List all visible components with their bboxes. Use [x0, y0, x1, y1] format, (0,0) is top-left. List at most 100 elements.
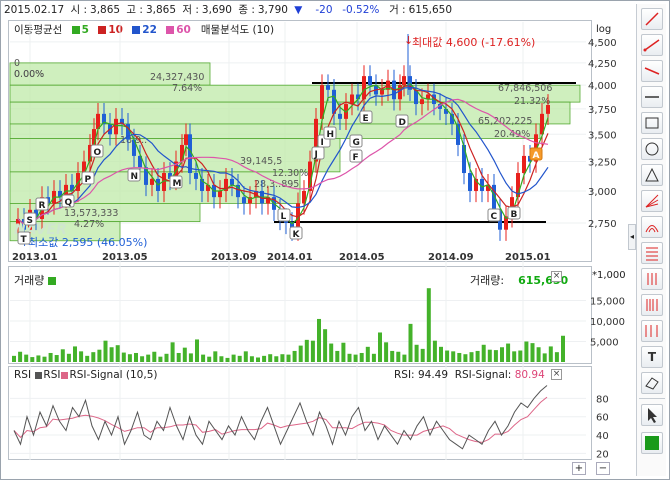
volume-bar [317, 318, 321, 362]
candle-body [326, 85, 330, 90]
trendline-icon[interactable] [641, 8, 663, 30]
color-swatch [645, 436, 659, 450]
max-value-label: 최대값 4,600 (-17.61%) [412, 36, 535, 49]
zoom-in-button[interactable]: + [572, 462, 586, 475]
volume-bar [219, 356, 224, 362]
volume-bar [268, 354, 273, 362]
volume-bar [542, 353, 547, 362]
drawing-toolbar: ◂ T [628, 4, 666, 476]
volume-bar [164, 353, 169, 362]
volume-bar [335, 350, 340, 362]
volume-bar [249, 356, 254, 362]
time-axis-tick: 2014.01 [267, 252, 313, 263]
fibonacci-fan-icon[interactable] [641, 190, 663, 212]
pattern-marker-label-D: D [399, 118, 406, 128]
pattern-marker-label-S: S [27, 216, 33, 226]
vp-band-4-pct: 12.30% [272, 168, 308, 179]
vertical-line-icon[interactable] [641, 86, 663, 108]
rectangle-icon[interactable] [641, 112, 663, 134]
volume-bar [536, 347, 541, 362]
volume-bar [12, 355, 16, 362]
rsi-panel-title: RSI RSI RSI-Signal (10,5) [14, 369, 157, 381]
parallel-lines-icon[interactable] [641, 268, 663, 290]
price-axis-tick: 4,500 [588, 38, 617, 49]
volume-bar [512, 351, 517, 362]
pointer-icon[interactable] [641, 404, 663, 426]
volume-bar [48, 352, 53, 362]
rsi-signal-line [13, 396, 548, 443]
candle-body [468, 173, 472, 191]
volume-bar [60, 349, 65, 362]
pattern-marker-label-O: O [94, 148, 102, 158]
rsi-legend-label: RSI [43, 369, 61, 381]
pattern-marker-label-R: R [39, 201, 46, 211]
volume-bar [402, 354, 407, 362]
volume-bar [371, 353, 376, 362]
volume-bar [207, 356, 212, 362]
candle-body [362, 76, 366, 100]
volume-bar [439, 346, 443, 362]
toolbar-collapse-icon[interactable]: ◂ [628, 224, 636, 250]
rsi-signal-readout-label: RSI-Signal: [454, 369, 512, 381]
volume-bar [237, 355, 242, 362]
volume-bar [500, 347, 504, 362]
price-axis-tick: 2,750 [588, 219, 617, 230]
triangle-icon[interactable] [641, 164, 663, 186]
vp-band-6-volume: 13,573,333 [64, 208, 118, 219]
volume-bar [530, 343, 535, 362]
time-axis-tick: 2013.05 [102, 252, 148, 263]
volume-bar [231, 354, 236, 362]
color-icon[interactable] [641, 432, 663, 454]
volume-bar [54, 355, 59, 362]
rsi-readout: RSI: 94.49 RSI-Signal: 80.94 [394, 369, 545, 381]
volume-bar [329, 343, 334, 362]
vp-band-2-volume: 67,846,506 [498, 83, 552, 94]
volume-bar [140, 356, 145, 362]
volume-bar [213, 351, 218, 362]
rsi-signal-legend-label: RSI-Signal (10,5) [69, 369, 158, 381]
gann-icon[interactable] [641, 294, 663, 316]
zoom-out-button[interactable]: − [596, 462, 610, 475]
candle-body [522, 155, 526, 174]
volume-bar [396, 351, 401, 362]
cycle-lines-icon[interactable] [641, 320, 663, 342]
volume-bar [548, 346, 553, 362]
volume-bar [286, 354, 291, 362]
volume-bar [341, 342, 346, 362]
volume-bar [457, 352, 462, 362]
volume-bar [487, 349, 492, 362]
volume-axis-tick: 10,000 [590, 317, 625, 328]
pattern-marker-label-C: C [491, 212, 498, 222]
volume-bar [182, 347, 187, 362]
eraser-icon[interactable] [641, 372, 663, 394]
circle-icon[interactable] [641, 138, 663, 160]
pattern-marker-label-Q: Q [65, 198, 73, 208]
volume-bar [420, 348, 425, 362]
pattern-marker-label-G: G [353, 138, 360, 148]
volume-bar [426, 288, 431, 362]
text-icon[interactable]: T [641, 346, 663, 368]
volume-bar [561, 335, 565, 362]
pattern-marker-label-B: B [511, 210, 518, 220]
vp-band-2-pct: 21.32% [514, 96, 550, 107]
volume-bar [432, 340, 437, 362]
pattern-marker-label-E: E [363, 114, 369, 124]
volume-legend-swatch [47, 277, 56, 285]
rsi-swatch [35, 371, 43, 379]
volume-bar [493, 350, 498, 362]
horizontal-line-icon[interactable] [641, 60, 663, 82]
pattern-marker-label-P: P [85, 175, 92, 185]
volume-bar [408, 323, 413, 362]
rsi-readout-label: RSI: [394, 369, 415, 381]
volume-close-icon[interactable]: × [551, 271, 562, 282]
pattern-marker-label-M: M [173, 179, 182, 189]
fibonacci-retracement-icon[interactable] [641, 242, 663, 264]
rsi-close-icon[interactable]: × [551, 369, 562, 380]
fibonacci-arc-icon[interactable] [641, 216, 663, 238]
volume-bar [518, 350, 523, 362]
candle-body [242, 197, 246, 204]
line-icon[interactable] [641, 34, 663, 56]
chart-canvas[interactable]: 4,500 4,250 4,000 3,750 3,500 3,250 3,000 2,750… [0, 0, 670, 480]
candle-body [402, 76, 406, 86]
vp-band-6-pct: 4.27% [74, 219, 104, 230]
